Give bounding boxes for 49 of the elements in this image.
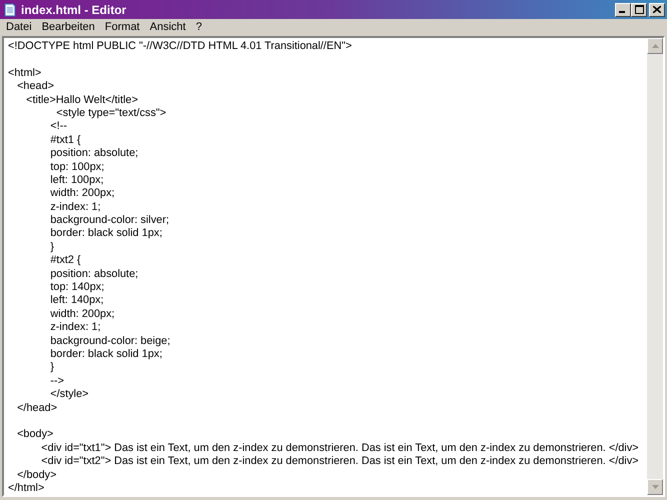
code-line: top: 140px; [49, 281, 104, 294]
code-line: <div id="txt1"> Das ist ein Text, um den z-index zu demonstrieren. Das ist ein Text, um den z-index zu demonstrieren. </div> [40, 442, 639, 454]
scroll-up-button[interactable] [647, 38, 663, 54]
code-line: <style type="text/css"> [55, 106, 166, 119]
code-line: #txt1 { [49, 134, 81, 146]
code-line: </style> [49, 388, 88, 400]
code-line: </head> [16, 402, 58, 414]
menu-item[interactable]: Format [100, 21, 145, 33]
code-line: z-index: 1; [49, 321, 101, 334]
code-line: #txt2 { [49, 254, 81, 266]
down-arrow-icon [652, 485, 658, 489]
code-line: <!DOCTYPE html PUBLIC "-//W3C//DTD HTML 4.01 Transitional//EN"> [8, 40, 352, 52]
code-line: background-color: beige; [49, 334, 170, 347]
code-line: position: absolute; [49, 268, 138, 280]
maximize-icon [634, 5, 644, 14]
code-line: <div id="txt2"> Das ist ein Text, um den z-index zu demonstrieren. Das ist ein Text, um den z-index zu demonstrieren. </div> [40, 455, 639, 468]
code-line: <!-- [49, 120, 67, 132]
code-line: width: 200px; [49, 187, 115, 200]
code-line: <title>Hallo Welt</title> [25, 94, 138, 106]
code-line: background-color: silver; [49, 214, 169, 226]
maximize-button[interactable] [631, 2, 647, 16]
menu-item[interactable]: Datei [1, 21, 37, 33]
code-line: } [49, 361, 54, 374]
code-line: --> [49, 374, 64, 387]
minimize-button[interactable] [615, 2, 631, 16]
code-line: } [49, 240, 54, 253]
menu-item[interactable]: ? [190, 21, 207, 33]
scrollbar[interactable] [647, 38, 663, 495]
code-line: z-index: 1; [49, 200, 101, 213]
scroll-down-button[interactable] [647, 479, 663, 495]
code-line: left: 100px; [49, 174, 104, 186]
menu-item[interactable]: Ansicht [144, 21, 191, 33]
close-button[interactable] [649, 2, 665, 16]
code-line: </body> [16, 468, 56, 480]
code-line: width: 200px; [49, 308, 115, 320]
code-line: <head> [16, 80, 54, 92]
code-line: </html> [8, 482, 44, 494]
code-line: <html> [8, 66, 42, 79]
code-line: <body> [16, 428, 54, 440]
up-arrow-icon [652, 44, 658, 48]
code-line: top: 100px; [49, 160, 104, 173]
code-line: position: absolute; [49, 147, 138, 160]
close-icon [653, 6, 661, 13]
code-line: border: black solid 1px; [49, 348, 162, 360]
document-icon [3, 2, 17, 16]
menu-item[interactable]: Bearbeiten [36, 21, 100, 33]
code-line: left: 140px; [49, 294, 104, 306]
window-title: index.html - Editor [21, 2, 128, 16]
code-line: border: black solid 1px; [49, 227, 162, 240]
